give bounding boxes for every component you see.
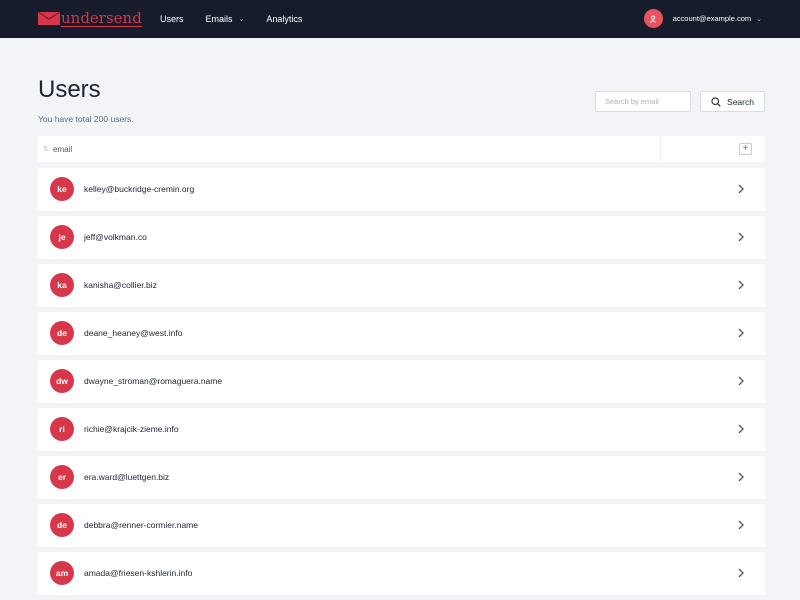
avatar: ka [50, 273, 74, 297]
user-email: deane_heaney@west.info [84, 328, 183, 338]
user-icon [649, 15, 657, 23]
nav-item-label: Analytics [266, 14, 303, 24]
chevron-right-icon[interactable] [735, 231, 747, 243]
avatar: de [50, 321, 74, 345]
account-menu[interactable]: account@example.com ⌄ [643, 9, 762, 28]
avatar: dw [50, 369, 74, 393]
brand-logo[interactable]: undersend [38, 10, 142, 27]
avatar: er [50, 465, 74, 489]
chevron-down-icon: ⌄ [238, 16, 245, 23]
nav-item-analytics[interactable]: Analytics [266, 14, 302, 24]
search-button-label: Search [727, 96, 754, 107]
user-email: debbra@renner-cormier.name [84, 520, 198, 530]
chevron-right-icon[interactable] [735, 279, 747, 291]
list-item[interactable]: am amada@friesen-kshlerin.info [38, 552, 765, 595]
chevron-right-icon[interactable] [735, 567, 747, 579]
list-item[interactable]: ka kanisha@collier.biz [38, 264, 765, 307]
user-email: dwayne_stroman@romaguera.name [84, 376, 223, 386]
user-list: ke kelley@buckridge-cremin.org je jeff@volk… [38, 168, 765, 600]
list-item[interactable]: je jeff@volkman.co [38, 216, 765, 259]
list-item[interactable]: er era.ward@luettgen.biz [38, 456, 765, 499]
sort-icon[interactable]: ⇅ [43, 145, 49, 153]
avatar: je [50, 225, 74, 249]
avatar: ke [50, 177, 74, 201]
column-divider [660, 136, 661, 162]
nav-item-label: Users [160, 14, 184, 24]
avatar: ri [50, 417, 74, 441]
chevron-right-icon[interactable] [735, 375, 747, 387]
avatar: de [50, 513, 74, 537]
search-icon [711, 96, 721, 107]
user-email: richie@krajcik-zieme.info [84, 424, 179, 434]
user-email: kelley@buckridge-cremin.org [84, 184, 195, 194]
search-button[interactable]: Search [700, 91, 765, 112]
nav-item-users[interactable]: Users [160, 14, 184, 24]
user-email: amada@friesen-kshlerin.info [84, 568, 193, 578]
user-email: kanisha@collier.biz [84, 280, 157, 290]
chevron-right-icon[interactable] [735, 519, 747, 531]
user-email: era.ward@luettgen.biz [84, 472, 170, 482]
list-item[interactable]: ri richie@krajcik-zieme.info [38, 408, 765, 451]
user-email: jeff@volkman.co [84, 232, 147, 242]
chevron-right-icon[interactable] [735, 471, 747, 483]
list-item[interactable]: dw dwayne_stroman@romaguera.name [38, 360, 765, 403]
search-input[interactable] [595, 91, 691, 112]
page-title: Users [38, 76, 101, 103]
chevron-right-icon[interactable] [735, 183, 747, 195]
list-item[interactable]: de debbra@renner-cormier.name [38, 504, 765, 547]
nav-item-label: Emails [205, 14, 233, 24]
brand-name: undersend [61, 9, 142, 27]
list-item[interactable]: de deane_heaney@west.info [38, 312, 765, 355]
envelope-icon [38, 12, 60, 25]
top-navbar: undersend Users Emails ⌄ Analytics accoun… [0, 0, 800, 38]
add-column-button[interactable]: + [739, 143, 752, 155]
column-header-email[interactable]: email [53, 145, 72, 154]
avatar: am [50, 561, 74, 585]
account-email: account@example.com [672, 14, 752, 23]
table-header: ⇅ email + [38, 136, 765, 162]
nav-item-emails[interactable]: Emails ⌄ [206, 14, 245, 24]
chevron-right-icon[interactable] [735, 423, 747, 435]
list-item[interactable]: ke kelley@buckridge-cremin.org [38, 168, 765, 211]
chevron-down-icon: ⌄ [756, 15, 762, 23]
main-nav: Users Emails ⌄ Analytics [160, 0, 324, 38]
avatar[interactable] [643, 9, 663, 28]
chevron-right-icon[interactable] [735, 327, 747, 339]
user-count: You have total 200 users. [38, 114, 134, 124]
